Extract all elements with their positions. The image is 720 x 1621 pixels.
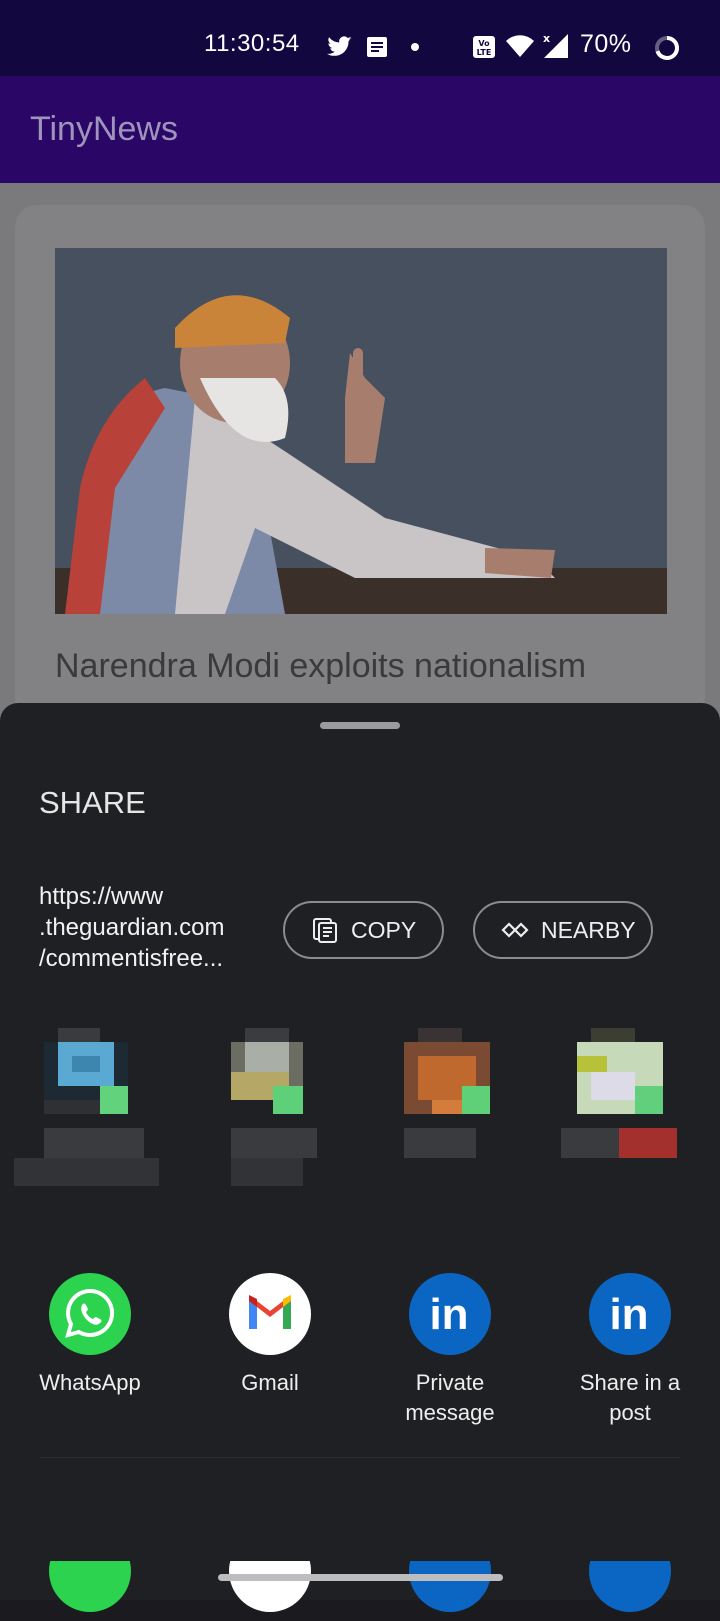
nearby-label: NEARBY xyxy=(541,916,636,943)
status-time: 11:30:54 xyxy=(204,30,300,57)
copy-icon xyxy=(313,918,337,943)
nearby-button[interactable]: NEARBY xyxy=(473,901,653,959)
battery-ring-icon xyxy=(655,36,679,60)
status-bar: 11:30:54 Vo LTE x 70% xyxy=(0,0,720,76)
direct-share-contact[interactable] xyxy=(14,1028,159,1193)
share-target-linkedin-private[interactable]: in Private message xyxy=(360,1273,540,1428)
person-photo-illustration xyxy=(55,248,667,614)
pixelated-contact-avatar xyxy=(231,1028,317,1186)
app-title: TinyNews xyxy=(30,110,178,148)
pixelated-contact-avatar xyxy=(404,1028,490,1158)
direct-share-contact[interactable] xyxy=(561,1028,681,1168)
drag-handle[interactable] xyxy=(320,722,400,729)
app-label: Private message xyxy=(405,1370,495,1425)
share-target-whatsapp[interactable]: WhatsApp xyxy=(0,1273,180,1398)
direct-share-contact[interactable] xyxy=(388,1028,493,1193)
copy-label: COPY xyxy=(351,916,417,943)
gmail-icon xyxy=(229,1273,311,1355)
news-icon xyxy=(367,37,387,57)
direct-share-contacts xyxy=(0,1028,720,1208)
gesture-nav-bar[interactable] xyxy=(218,1574,503,1581)
twitter-icon xyxy=(326,36,352,56)
app-label: Gmail xyxy=(241,1370,299,1395)
pixelated-contact-avatar xyxy=(14,1028,159,1186)
share-app-grid-row2 xyxy=(0,1561,720,1621)
article-list: Narendra Modi exploits nationalism xyxy=(0,183,720,825)
divider xyxy=(40,1457,680,1458)
share-url-line: /commentisfree... xyxy=(39,945,224,972)
share-url-line: .theguardian.com xyxy=(39,914,225,941)
svg-text:LTE: LTE xyxy=(477,48,492,57)
direct-share-contact[interactable] xyxy=(215,1028,320,1193)
app-bar: TinyNews xyxy=(0,76,720,183)
svg-text:in: in xyxy=(429,1290,468,1339)
article-headline: Narendra Modi exploits nationalism xyxy=(55,647,587,685)
share-sheet: SHARE https://www .theguardian.com /comm… xyxy=(0,703,720,1612)
share-url-line: https://www xyxy=(39,883,164,910)
app-label: WhatsApp xyxy=(39,1370,141,1395)
nearby-icon xyxy=(501,922,529,938)
svg-text:x: x xyxy=(543,32,550,45)
article-photo xyxy=(55,248,667,614)
linkedin-icon: in xyxy=(409,1273,491,1355)
battery-percent: 70% xyxy=(580,30,632,58)
share-url: https://www .theguardian.com /commentisf… xyxy=(39,881,254,974)
linkedin-icon[interactable] xyxy=(589,1561,671,1612)
svg-text:Vo: Vo xyxy=(478,39,490,48)
signal-icon: x xyxy=(543,32,568,58)
svg-text:in: in xyxy=(609,1290,648,1339)
volte-icon: Vo LTE xyxy=(473,36,495,58)
linkedin-icon[interactable] xyxy=(409,1561,491,1612)
copy-button[interactable]: COPY xyxy=(283,901,444,959)
wifi-icon xyxy=(506,35,534,57)
share-target-gmail[interactable]: Gmail xyxy=(180,1273,360,1398)
app-label: Share in a post xyxy=(579,1370,681,1425)
whatsapp-icon xyxy=(49,1273,131,1355)
gmail-icon[interactable] xyxy=(229,1561,311,1612)
share-target-linkedin-post[interactable]: in Share in a post xyxy=(540,1273,720,1428)
pixelated-contact-avatar xyxy=(561,1028,677,1158)
whatsapp-icon[interactable] xyxy=(49,1561,131,1612)
share-title: SHARE xyxy=(39,785,146,820)
linkedin-icon: in xyxy=(589,1273,671,1355)
dot-icon xyxy=(411,43,419,51)
